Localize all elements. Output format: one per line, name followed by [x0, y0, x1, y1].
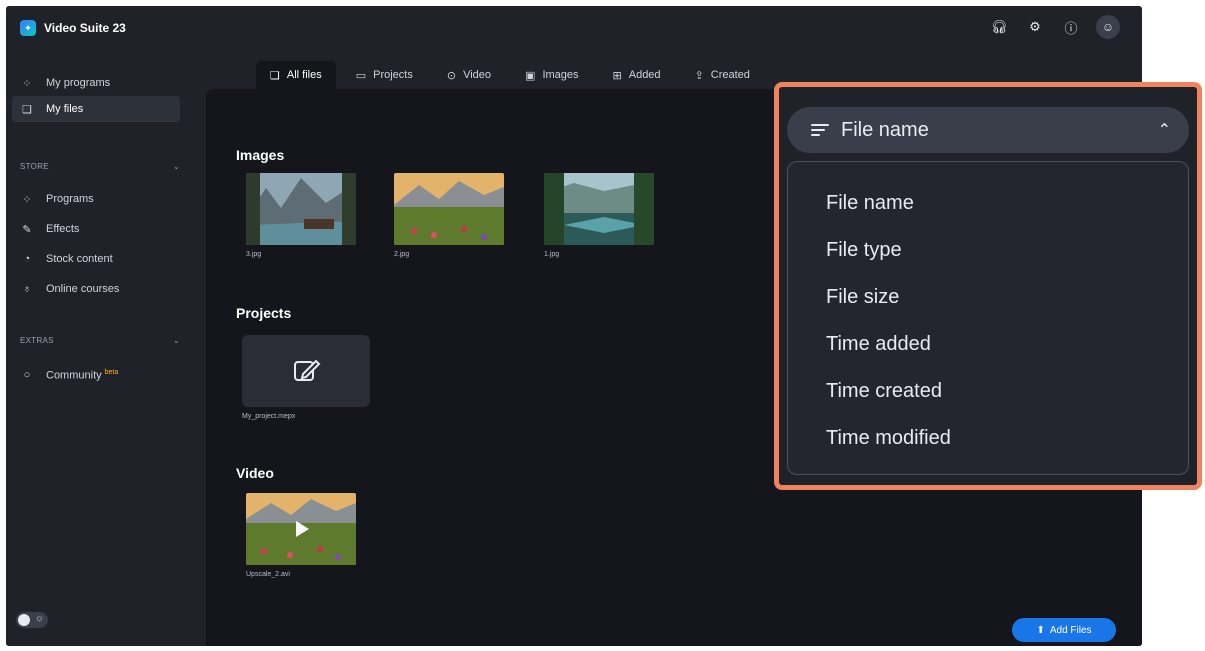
tab-label: All files	[286, 69, 322, 81]
help-icon[interactable]: ⓘ	[1060, 16, 1082, 38]
edit-icon	[294, 359, 321, 381]
section-label: STORE	[20, 162, 49, 171]
sidebar-item-label: Effects	[46, 223, 80, 235]
sidebar: ✦ Video Suite 23 ⁘ My programs ❏ My file…	[6, 6, 186, 646]
section-label: EXTRAS	[20, 336, 54, 345]
chevron-up-icon: ⌃	[1157, 122, 1171, 139]
sort-option-time-created[interactable]: Time created	[788, 368, 1188, 415]
app-brand: ✦ Video Suite 23	[20, 20, 126, 36]
share-icon: ⇪	[694, 69, 704, 82]
sort-option-file-name[interactable]: File name	[788, 180, 1188, 227]
sidebar-item-label: Online courses	[46, 283, 120, 295]
sidebar-item-community[interactable]: ○ Community beta	[12, 362, 180, 388]
location-icon: ♁	[22, 283, 32, 295]
files-icon: ❏	[22, 103, 32, 116]
sort-option-file-size[interactable]: File size	[788, 274, 1188, 321]
extras-section-header[interactable]: EXTRAS ⌄	[20, 336, 180, 345]
file-name: 2.jpg	[394, 251, 410, 258]
app-title: Video Suite 23	[44, 21, 126, 35]
store-nav: ⁘ Programs ✎ Effects ◔ Stock content ♁ O…	[12, 186, 180, 302]
tab-label: Projects	[373, 69, 413, 81]
sort-icon	[811, 124, 829, 136]
tab-projects[interactable]: ▭ Projects	[342, 61, 427, 89]
image-icon: ▣	[525, 69, 536, 82]
add-files-button[interactable]: ⬆ Add Files	[1012, 618, 1116, 642]
file-name: 1.jpg	[544, 251, 560, 258]
sort-dropdown-highlight: File name ⌃ File name File type File siz…	[774, 82, 1202, 490]
tab-images[interactable]: ▣ Images	[511, 61, 592, 89]
pie-icon: ◔	[23, 253, 31, 265]
sidebar-item-my-programs[interactable]: ⁘ My programs	[12, 70, 180, 96]
tab-created[interactable]: ⇪ Created	[681, 61, 764, 89]
file-tabs: ❏ All files ▭ Projects ⊙ Video ▣ Images …	[256, 61, 770, 89]
extras-nav: ○ Community beta	[12, 362, 180, 388]
images-group-title: Images	[236, 147, 285, 163]
tab-label: Created	[710, 69, 750, 81]
sidebar-item-stock-content[interactable]: ◔ Stock content	[12, 246, 180, 272]
projects-group-title: Projects	[236, 305, 292, 321]
add-box-icon: ⊞	[612, 69, 622, 82]
beta-badge: beta	[104, 368, 119, 376]
sidebar-item-label: Programs	[46, 193, 94, 205]
folder-icon: ▭	[355, 69, 367, 82]
theme-toggle[interactable]: ☼	[16, 612, 48, 628]
sidebar-item-label: My files	[46, 103, 84, 115]
grid-icon: ⁘	[22, 77, 32, 90]
tab-label: Images	[542, 69, 579, 81]
sidebar-item-effects[interactable]: ✎ Effects	[12, 216, 180, 242]
tab-added[interactable]: ⊞ Added	[599, 61, 675, 89]
play-circle-icon: ⊙	[446, 69, 457, 82]
chevron-down-icon: ⌄	[172, 162, 180, 171]
grid-icon: ⁘	[22, 193, 32, 206]
effects-icon: ✎	[22, 223, 32, 236]
sidebar-item-programs[interactable]: ⁘ Programs	[12, 186, 180, 212]
sidebar-item-label: Stock content	[46, 253, 113, 265]
tab-label: Video	[463, 69, 492, 81]
sort-select[interactable]: File name ⌃	[787, 107, 1189, 153]
video-thumbnail[interactable]	[246, 493, 356, 565]
file-name: My_project.mepx	[242, 413, 296, 420]
image-thumbnail[interactable]	[246, 173, 356, 245]
sort-options-menu: File name File type File size Time added…	[787, 161, 1189, 475]
sort-option-time-modified[interactable]: Time modified	[788, 415, 1188, 462]
files-icon: ❏	[270, 69, 280, 82]
app-logo-icon: ✦	[20, 20, 36, 36]
chevron-down-icon: ⌄	[172, 336, 180, 345]
sidebar-item-label: My programs	[46, 77, 111, 89]
avatar[interactable]: ☺	[1096, 15, 1120, 39]
tab-all-files[interactable]: ❏ All files	[256, 61, 336, 89]
file-name: Upscale_2.avi	[246, 571, 290, 578]
headset-icon[interactable]: 🎧︎	[988, 16, 1010, 38]
sidebar-item-label: Community	[46, 369, 102, 382]
chat-icon: ○	[23, 369, 31, 381]
sort-option-time-added[interactable]: Time added	[788, 321, 1188, 368]
video-group-title: Video	[236, 465, 274, 481]
project-card[interactable]	[242, 335, 370, 407]
sort-selected-value: File name	[841, 118, 929, 141]
main-nav: ⁘ My programs ❏ My files	[12, 70, 180, 122]
tab-label: Added	[628, 69, 661, 81]
sort-option-file-type[interactable]: File type	[788, 227, 1188, 274]
sidebar-item-online-courses[interactable]: ♁ Online courses	[12, 276, 180, 302]
header-actions: 🎧︎ ⚙ ⓘ ☺	[988, 15, 1120, 39]
store-section-header[interactable]: STORE ⌄	[20, 162, 180, 171]
sun-icon: ☼	[34, 613, 44, 624]
sidebar-item-my-files[interactable]: ❏ My files	[12, 96, 180, 122]
image-thumbnail[interactable]	[394, 173, 504, 245]
add-files-label: Add Files	[1049, 624, 1092, 636]
image-thumbnail[interactable]	[544, 173, 654, 245]
file-name: 3.jpg	[246, 251, 262, 258]
toggle-knob	[18, 614, 30, 626]
tab-video[interactable]: ⊙ Video	[433, 61, 505, 89]
upload-icon: ⬆	[1036, 624, 1045, 636]
gear-icon[interactable]: ⚙	[1024, 16, 1046, 38]
